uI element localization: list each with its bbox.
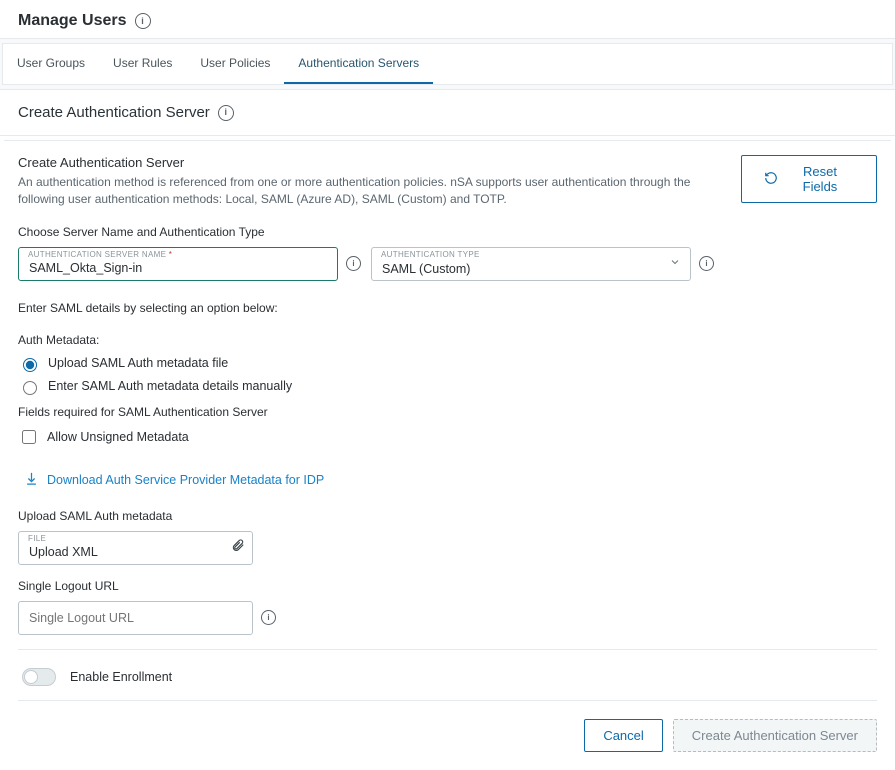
tab-user-rules[interactable]: User Rules <box>99 44 186 84</box>
enable-enrollment-label: Enable Enrollment <box>70 670 172 684</box>
section-title: Create Authentication Server <box>18 104 210 121</box>
auth-type-field: Authentication Type SAML (Custom) <box>371 247 691 281</box>
slo-input[interactable] <box>18 601 253 635</box>
auth-meta-manual-radio[interactable] <box>23 381 37 395</box>
allow-unsigned-option[interactable]: Allow Unsigned Metadata <box>18 427 877 447</box>
slo-field <box>18 601 253 635</box>
download-sp-metadata-text: Download Auth Service Provider Metadata … <box>47 473 324 487</box>
upload-file-input[interactable] <box>18 531 253 565</box>
slo-section-label: Single Logout URL <box>18 579 877 593</box>
create-label: Create Authentication Server <box>692 728 858 743</box>
cancel-button[interactable]: Cancel <box>584 719 662 752</box>
name-type-row: Authentication Server Name Authenticatio… <box>18 247 877 281</box>
auth-type-label: Authentication Type <box>381 250 480 259</box>
app-root: Manage Users User GroupsUser RulesUser P… <box>0 0 895 770</box>
panel-intro: Create Authentication Server An authenti… <box>18 155 725 209</box>
info-icon[interactable] <box>699 256 714 271</box>
auth-meta-manual-option[interactable]: Enter SAML Auth metadata details manuall… <box>18 378 877 395</box>
enable-enrollment-toggle[interactable] <box>22 668 56 686</box>
info-icon[interactable] <box>346 256 361 271</box>
auth-type-col: Authentication Type SAML (Custom) <box>371 247 714 281</box>
upload-section-label: Upload SAML Auth metadata <box>18 509 877 523</box>
reset-label: Reset Fields <box>786 164 854 194</box>
upload-file-field: File <box>18 531 253 565</box>
auth-meta-upload-option[interactable]: Upload SAML Auth metadata file <box>18 355 877 372</box>
auth-meta-upload-text: Upload SAML Auth metadata file <box>48 356 228 370</box>
attachment-icon[interactable] <box>231 538 245 557</box>
required-fields-label: Fields required for SAML Authentication … <box>18 405 877 419</box>
reset-fields-button[interactable]: Reset Fields <box>741 155 877 203</box>
tabbar: User GroupsUser RulesUser PoliciesAuthen… <box>2 43 893 85</box>
info-icon[interactable] <box>218 105 234 121</box>
info-icon[interactable] <box>261 610 276 625</box>
enable-enrollment-row: Enable Enrollment <box>22 668 877 686</box>
create-auth-server-button[interactable]: Create Authentication Server <box>673 719 877 752</box>
intro-desc: An authentication method is referenced f… <box>18 174 725 209</box>
form-panel: Create Authentication Server An authenti… <box>4 140 891 701</box>
reset-icon <box>764 171 778 188</box>
allow-unsigned-checkbox[interactable] <box>22 430 36 444</box>
server-name-label: Authentication Server Name <box>28 250 172 259</box>
server-name-field: Authentication Server Name <box>18 247 338 281</box>
cancel-label: Cancel <box>603 728 643 743</box>
tab-authentication-servers[interactable]: Authentication Servers <box>284 44 433 84</box>
saml-intro-label: Enter SAML details by selecting an optio… <box>18 301 877 315</box>
divider <box>18 700 877 701</box>
auth-meta-manual-text: Enter SAML Auth metadata details manuall… <box>48 379 292 393</box>
page-title-row: Manage Users <box>0 0 895 38</box>
tabs-band: User GroupsUser RulesUser PoliciesAuthen… <box>0 38 895 90</box>
page-title: Manage Users <box>18 12 127 30</box>
choose-label: Choose Server Name and Authentication Ty… <box>18 225 877 239</box>
auth-metadata-label: Auth Metadata: <box>18 333 877 347</box>
info-icon[interactable] <box>135 13 151 29</box>
download-sp-metadata-link[interactable]: Download Auth Service Provider Metadata … <box>24 471 324 489</box>
intro-title: Create Authentication Server <box>18 155 725 170</box>
auth-type-value: SAML (Custom) <box>382 262 470 276</box>
divider <box>18 649 877 650</box>
server-name-col: Authentication Server Name <box>18 247 361 281</box>
section-head: Create Authentication Server <box>0 90 895 136</box>
download-icon <box>24 471 39 489</box>
footer: Cancel Create Authentication Server <box>0 705 895 770</box>
allow-unsigned-text: Allow Unsigned Metadata <box>47 430 189 444</box>
tab-user-groups[interactable]: User Groups <box>3 44 99 84</box>
tab-user-policies[interactable]: User Policies <box>186 44 284 84</box>
upload-file-label: File <box>28 534 46 543</box>
auth-meta-upload-radio[interactable] <box>23 358 37 372</box>
slo-row <box>18 601 877 635</box>
panel-top: Create Authentication Server An authenti… <box>18 155 877 209</box>
